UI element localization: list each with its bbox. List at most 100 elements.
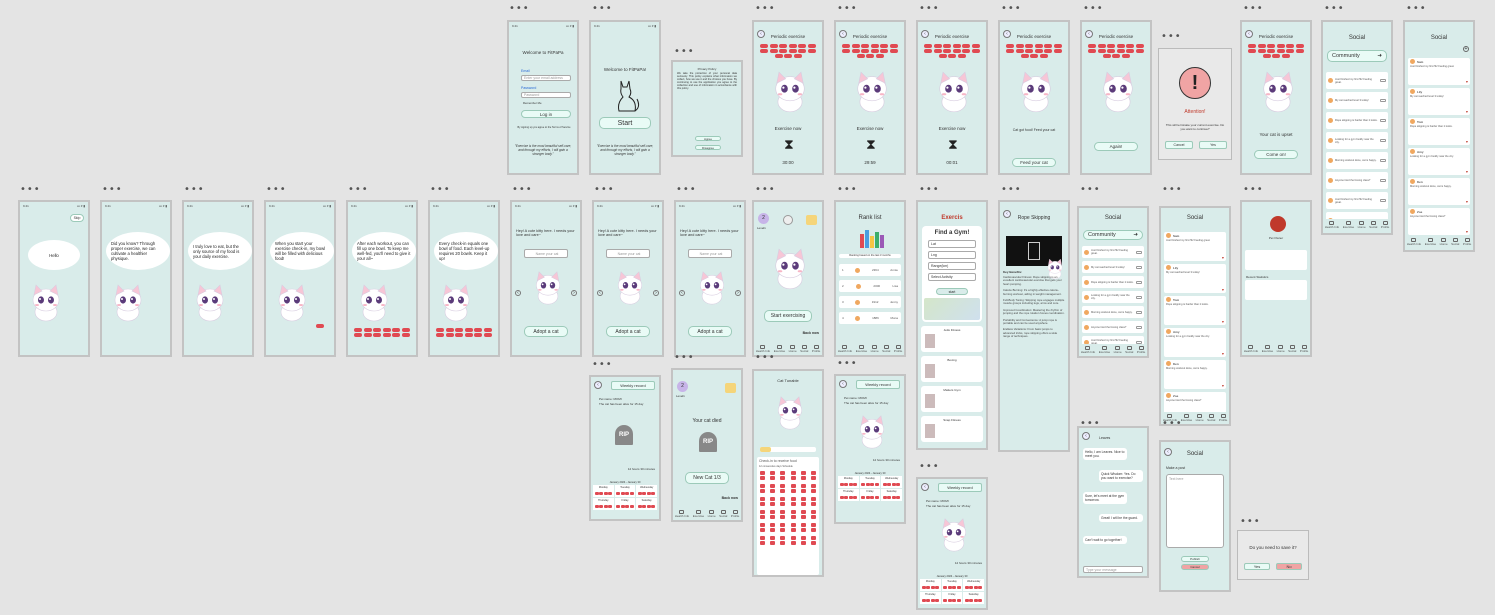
frame-menu-icon[interactable]: ••• bbox=[20, 185, 41, 195]
gym-field[interactable]: Range(km) bbox=[928, 262, 976, 270]
nav-item[interactable]: Home bbox=[1277, 344, 1285, 353]
adopt-button[interactable]: Adopt a cat bbox=[606, 326, 650, 337]
day-cell[interactable] bbox=[769, 471, 776, 481]
frame-menu-icon[interactable]: ••• bbox=[102, 185, 123, 195]
gym-field[interactable]: Lng bbox=[928, 251, 976, 259]
nav-item[interactable]: Health Info bbox=[1407, 237, 1421, 246]
nav-item[interactable]: Health Info bbox=[675, 509, 689, 518]
start-exercising-button[interactable]: Start exercising bbox=[764, 310, 812, 322]
feed-post[interactable]: Sam Just finished my first 5k! Feeling gr… bbox=[1164, 232, 1226, 261]
frame-menu-icon[interactable]: ••• bbox=[512, 185, 533, 195]
day-cell[interactable] bbox=[790, 510, 797, 520]
next-cat-button[interactable]: › bbox=[571, 290, 577, 296]
message-icon[interactable] bbox=[1380, 199, 1386, 202]
nav-item[interactable]: Health Info bbox=[838, 344, 852, 353]
come-on-button[interactable]: Come on! bbox=[1254, 150, 1298, 159]
agree-button[interactable]: Agree bbox=[695, 136, 721, 141]
nav-item[interactable]: Profile bbox=[731, 509, 739, 518]
day-cell[interactable] bbox=[790, 471, 797, 481]
nav-item[interactable]: Health Info bbox=[1325, 220, 1339, 229]
frame-menu-icon[interactable]: ••• bbox=[592, 4, 613, 14]
frame-menu-icon[interactable]: ••• bbox=[919, 185, 940, 195]
rank-row[interactable]: 1 2364 Annie bbox=[839, 264, 901, 276]
feed-cat-button[interactable]: Feed your cat bbox=[1012, 158, 1056, 167]
day-cell[interactable] bbox=[769, 510, 776, 520]
nav-item[interactable]: Home bbox=[1440, 237, 1448, 246]
nav-item[interactable]: Social bbox=[1125, 345, 1133, 354]
back-button[interactable]: ‹ bbox=[921, 30, 929, 38]
nav-item[interactable]: Social bbox=[1369, 220, 1377, 229]
chat-input[interactable]: Type your message bbox=[1083, 566, 1143, 573]
frame-menu-icon[interactable]: ••• bbox=[509, 4, 530, 14]
day-cell[interactable] bbox=[800, 536, 807, 546]
day-cell[interactable] bbox=[800, 484, 807, 494]
nav-item[interactable]: Social bbox=[1288, 344, 1296, 353]
frame-menu-icon[interactable]: ••• bbox=[1161, 32, 1182, 42]
rank-row[interactable]: 3 1912 Jenny bbox=[839, 296, 901, 308]
frame-menu-icon[interactable]: ••• bbox=[1001, 4, 1022, 14]
frame-menu-icon[interactable]: ••• bbox=[1162, 185, 1183, 195]
frame-menu-icon[interactable]: ••• bbox=[919, 462, 940, 472]
calendar-day[interactable]: Saturday bbox=[881, 489, 902, 501]
disagree-button[interactable]: Disagree bbox=[695, 145, 721, 150]
day-cell[interactable] bbox=[800, 471, 807, 481]
nav-item[interactable]: Home bbox=[708, 509, 716, 518]
community-row[interactable]: Anyone tried the boxing class? bbox=[1326, 172, 1388, 189]
back-now-link[interactable]: Back now bbox=[722, 496, 738, 500]
day-cell[interactable] bbox=[810, 484, 817, 494]
back-button[interactable]: ‹ bbox=[1082, 432, 1090, 440]
login-button[interactable]: Log in bbox=[521, 110, 571, 118]
nav-item[interactable]: Exercise bbox=[1425, 237, 1436, 246]
frame-menu-icon[interactable]: ••• bbox=[1080, 185, 1101, 195]
day-cell[interactable] bbox=[810, 536, 817, 546]
nav-item[interactable]: Health Info bbox=[1244, 344, 1258, 353]
community-row[interactable]: Looking for a gym buddy near the city. bbox=[1326, 132, 1388, 149]
heart-icon[interactable]: ♥ bbox=[1466, 170, 1468, 174]
nav-item[interactable]: Social bbox=[1451, 237, 1459, 246]
heart-icon[interactable]: ♥ bbox=[1466, 140, 1468, 144]
gym-field[interactable]: Lat bbox=[928, 240, 976, 248]
day-cell[interactable] bbox=[779, 510, 786, 520]
nav-item[interactable]: Home bbox=[789, 344, 797, 353]
feed-post[interactable]: Sam Just finished my first 5k! Feeling gr… bbox=[1408, 58, 1470, 85]
frame-menu-icon[interactable]: ••• bbox=[1243, 185, 1264, 195]
email-field[interactable]: Enter your email address bbox=[521, 75, 571, 81]
nav-item[interactable]: Home bbox=[1358, 220, 1366, 229]
again-button[interactable]: Again! bbox=[1094, 142, 1138, 151]
frame-menu-icon[interactable]: ••• bbox=[755, 353, 776, 363]
day-cell[interactable] bbox=[779, 497, 786, 507]
frame-menu-icon[interactable]: ••• bbox=[1083, 4, 1104, 14]
feed-post[interactable]: Ken Morning workout done, cat is happy. ♥ bbox=[1408, 178, 1470, 205]
community-row[interactable]: Rope skipping is harder than it looks. bbox=[1082, 276, 1144, 288]
day-cell[interactable] bbox=[810, 523, 817, 533]
community-row[interactable]: Looking for a gym buddy near the city. bbox=[1082, 291, 1144, 303]
message-icon[interactable] bbox=[1380, 179, 1386, 182]
heart-icon[interactable]: ♥ bbox=[1466, 110, 1468, 114]
day-cell[interactable] bbox=[790, 536, 797, 546]
day-cell[interactable] bbox=[810, 471, 817, 481]
feed-post[interactable]: Lily My cat reached level 3 today! ♥ bbox=[1164, 264, 1226, 293]
calendar-day[interactable]: Monday bbox=[920, 579, 941, 591]
cancel-button[interactable]: Cancel bbox=[1165, 141, 1193, 149]
heart-icon[interactable]: ♥ bbox=[1222, 352, 1224, 356]
back-button[interactable]: ‹ bbox=[1003, 30, 1011, 38]
calendar-icon[interactable] bbox=[725, 383, 736, 393]
day-cell[interactable] bbox=[759, 536, 766, 546]
frame-menu-icon[interactable]: ••• bbox=[837, 4, 858, 14]
nav-item[interactable]: Profile bbox=[894, 344, 902, 353]
day-cell[interactable] bbox=[810, 510, 817, 520]
publish-button[interactable]: Publish bbox=[1181, 556, 1209, 562]
gym-card[interactable]: Snap Fitness bbox=[921, 416, 983, 442]
message-icon[interactable] bbox=[1136, 310, 1142, 314]
heart-icon[interactable]: ♥ bbox=[1222, 256, 1224, 260]
nav-item[interactable]: Exercise bbox=[856, 344, 867, 353]
frame-menu-icon[interactable]: ••• bbox=[1001, 185, 1022, 195]
prev-cat-button[interactable]: ‹ bbox=[597, 290, 603, 296]
calendar-day[interactable]: Monday bbox=[838, 476, 859, 488]
message-icon[interactable] bbox=[1380, 159, 1386, 162]
calendar-day[interactable]: Wednesday bbox=[881, 476, 902, 488]
message-icon[interactable] bbox=[1380, 139, 1386, 142]
day-cell[interactable] bbox=[769, 497, 776, 507]
yes-button[interactable]: Yes bbox=[1199, 141, 1227, 149]
heart-icon[interactable]: ♥ bbox=[1466, 80, 1468, 84]
